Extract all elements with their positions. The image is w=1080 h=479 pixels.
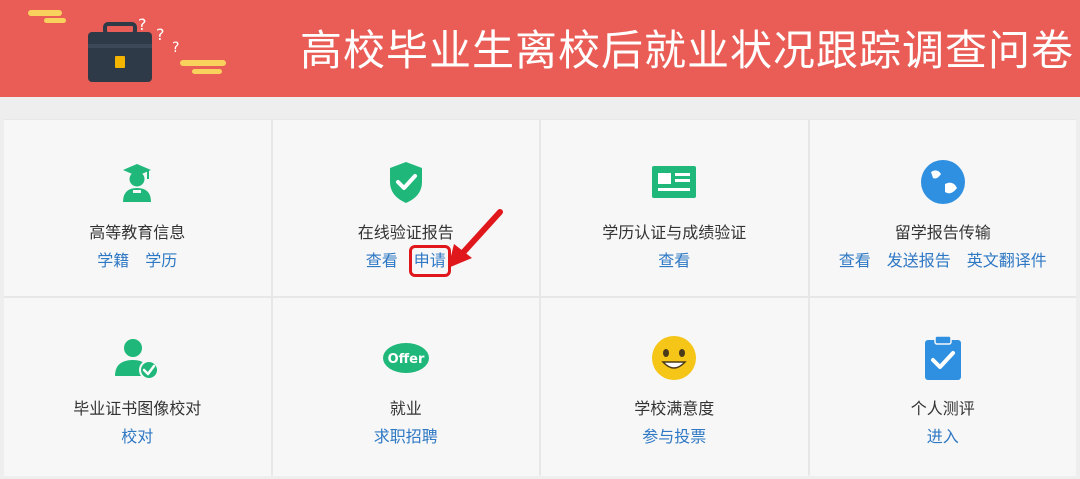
smiley-icon <box>650 334 698 382</box>
tile-title: 毕业证书图像校对 <box>73 399 202 418</box>
id-card-icon <box>650 158 698 206</box>
briefcase-icon: ? ? ? <box>28 10 226 82</box>
tile-degree-certification: 学历认证与成绩验证 查看 <box>541 120 808 296</box>
tile-title: 学校满意度 <box>634 399 715 418</box>
link-proofread[interactable]: 校对 <box>121 426 153 448</box>
link-enter[interactable]: 进入 <box>927 426 959 448</box>
offer-icon: Offer <box>382 334 430 382</box>
banner-title: 高校毕业生离校后就业状况跟踪调查问卷 <box>299 26 1074 75</box>
user-check-icon <box>113 334 161 382</box>
tile-diploma-image-check: 毕业证书图像校对 校对 <box>4 298 271 476</box>
header-banner: ? ? ? 高校毕业生离校后就业状况跟踪调查问卷 <box>0 0 1080 97</box>
tile-title: 在线验证报告 <box>357 223 454 242</box>
tile-school-satisfaction: 学校满意度 参与投票 <box>541 298 808 476</box>
shield-check-icon <box>382 158 430 206</box>
link-academic-record[interactable]: 学历 <box>145 250 177 272</box>
graduate-icon <box>113 158 161 206</box>
link-job-search[interactable]: 求职招聘 <box>374 426 438 448</box>
tile-title: 留学报告传输 <box>894 223 991 242</box>
tile-online-verification: 在线验证报告 查看 申请 <box>272 120 539 296</box>
tile-employment: Offer 就业 求职招聘 <box>272 298 539 476</box>
link-apply-report[interactable]: 申请 <box>408 245 451 277</box>
svg-text:?: ? <box>172 40 179 56</box>
link-view-abroad-report[interactable]: 查看 <box>839 250 871 272</box>
tile-personal-assessment: 个人测评 进入 <box>809 298 1076 476</box>
tile-title: 个人测评 <box>910 399 975 418</box>
tile-higher-education-info: 高等教育信息 学籍 学历 <box>4 120 271 296</box>
services-grid: 高等教育信息 学籍 学历 在线验证报告 查看 申请 学历认证与成绩验证 查看 留… <box>4 119 1076 476</box>
globe-icon <box>919 158 967 206</box>
svg-text:Offer: Offer <box>387 352 424 367</box>
svg-text:?: ? <box>156 25 165 44</box>
tile-title: 就业 <box>389 399 422 418</box>
link-view-certification[interactable]: 查看 <box>658 250 690 272</box>
link-send-report[interactable]: 发送报告 <box>887 250 951 272</box>
link-vote[interactable]: 参与投票 <box>642 426 706 448</box>
tile-title: 高等教育信息 <box>89 223 186 242</box>
link-english-translation[interactable]: 英文翻译件 <box>967 250 1047 272</box>
tile-study-abroad-report: 留学报告传输 查看 发送报告 英文翻译件 <box>809 120 1076 296</box>
question-mark-icon: ? <box>138 15 147 34</box>
link-view-report[interactable]: 查看 <box>366 250 398 272</box>
clipboard-check-icon <box>919 334 967 382</box>
tile-title: 学历认证与成绩验证 <box>602 223 747 242</box>
link-student-status[interactable]: 学籍 <box>97 250 129 272</box>
